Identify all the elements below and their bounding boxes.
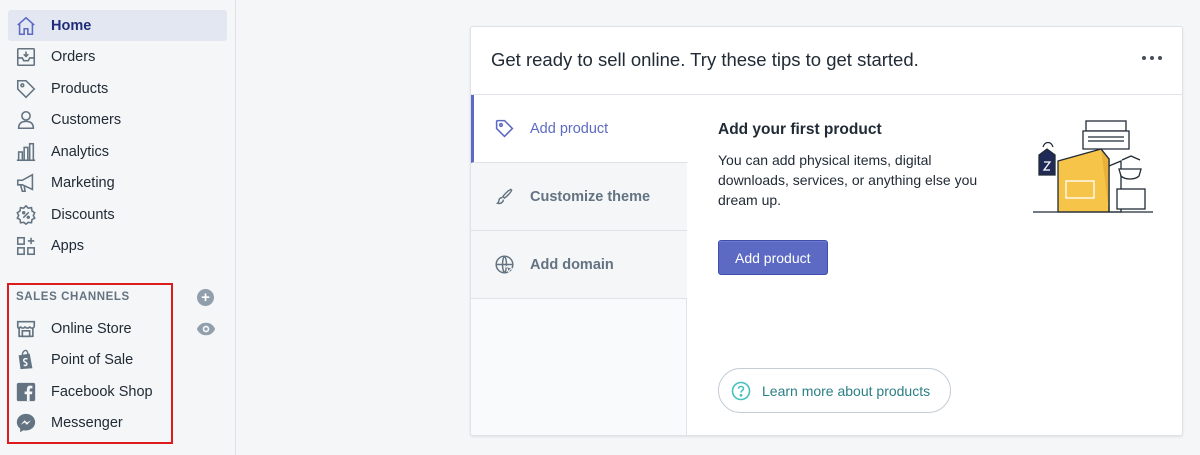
tab-customize-theme[interactable]: Customize theme — [471, 163, 687, 231]
tips-tab-list: Add product Customize theme Add domain — [471, 95, 688, 435]
sidebar-item-label: Customers — [51, 111, 122, 128]
tab-label: Add product — [530, 120, 609, 137]
add-channel-button[interactable]: + — [197, 289, 214, 306]
sidebar-item-online-store[interactable]: Online Store — [8, 313, 178, 344]
sidebar-item-home[interactable]: Home — [8, 10, 227, 41]
facebook-icon — [14, 380, 38, 404]
sidebar-item-point-of-sale[interactable]: Point of Sale — [8, 344, 178, 375]
tab-add-domain[interactable]: Add domain — [471, 231, 687, 299]
bar-chart-icon — [14, 140, 38, 164]
sidebar-item-label: Facebook Shop — [51, 383, 153, 400]
sidebar-item-label: Marketing — [51, 174, 115, 191]
sidebar-item-orders[interactable]: Orders — [8, 41, 227, 72]
orders-icon — [14, 45, 38, 69]
sidebar-item-label: Analytics — [51, 143, 110, 160]
apps-icon — [14, 234, 38, 258]
sidebar: Home Orders Products Customers Analytics… — [0, 0, 236, 455]
getting-started-card: Get ready to sell online. Try these tips… — [470, 26, 1183, 436]
tab-label: Add domain — [530, 256, 614, 273]
help-circle-icon — [731, 381, 751, 401]
globe-icon — [493, 254, 515, 276]
sidebar-item-label: Products — [51, 80, 109, 97]
sidebar-item-label: Online Store — [51, 320, 132, 337]
tab-label: Customize theme — [530, 188, 651, 205]
sidebar-item-label: Discounts — [51, 206, 115, 223]
tag-icon — [493, 118, 515, 140]
dot-icon — [1142, 56, 1146, 60]
sidebar-item-customers[interactable]: Customers — [8, 104, 227, 135]
brush-icon — [493, 186, 515, 208]
sidebar-item-label: Apps — [51, 237, 85, 254]
learn-more-label: Learn more about products — [762, 382, 931, 399]
discount-icon — [14, 203, 38, 227]
card-title: Get ready to sell online. Try these tips… — [491, 49, 919, 70]
panel-heading: Add your first product — [718, 121, 882, 138]
sidebar-item-label: Messenger — [51, 414, 123, 431]
sidebar-item-discounts[interactable]: Discounts — [8, 199, 227, 230]
tab-add-product[interactable]: Add product — [471, 95, 688, 163]
sidebar-item-products[interactable]: Products — [8, 73, 227, 104]
add-product-button[interactable]: Add product — [718, 240, 828, 275]
messenger-icon — [14, 411, 38, 435]
view-store-eye-icon[interactable] — [196, 320, 216, 338]
sidebar-item-analytics[interactable]: Analytics — [8, 136, 227, 167]
dot-icon — [1158, 56, 1162, 60]
sidebar-item-messenger[interactable]: Messenger — [8, 407, 178, 438]
megaphone-icon — [14, 171, 38, 195]
sidebar-item-marketing[interactable]: Marketing — [8, 167, 227, 198]
sidebar-item-label: Home — [51, 17, 92, 34]
store-icon — [14, 317, 38, 341]
tab-panel: Add your first product You can add physi… — [718, 121, 1008, 210]
dot-icon — [1150, 56, 1154, 60]
sales-channels-header: SALES CHANNELS — [16, 291, 130, 303]
sidebar-item-facebook-shop[interactable]: Facebook Shop — [8, 376, 178, 407]
product-illustration — [1031, 119, 1156, 217]
shopify-bag-icon — [14, 348, 38, 372]
sidebar-item-label: Orders — [51, 48, 96, 65]
sidebar-item-apps[interactable]: Apps — [8, 230, 227, 261]
tag-icon — [14, 77, 38, 101]
panel-description: You can add physical items, digital down… — [718, 152, 978, 208]
more-actions-button[interactable] — [1142, 51, 1162, 65]
sidebar-item-label: Point of Sale — [51, 351, 134, 368]
person-icon — [14, 108, 38, 132]
learn-more-link[interactable]: Learn more about products — [718, 368, 951, 413]
home-icon — [14, 14, 38, 38]
